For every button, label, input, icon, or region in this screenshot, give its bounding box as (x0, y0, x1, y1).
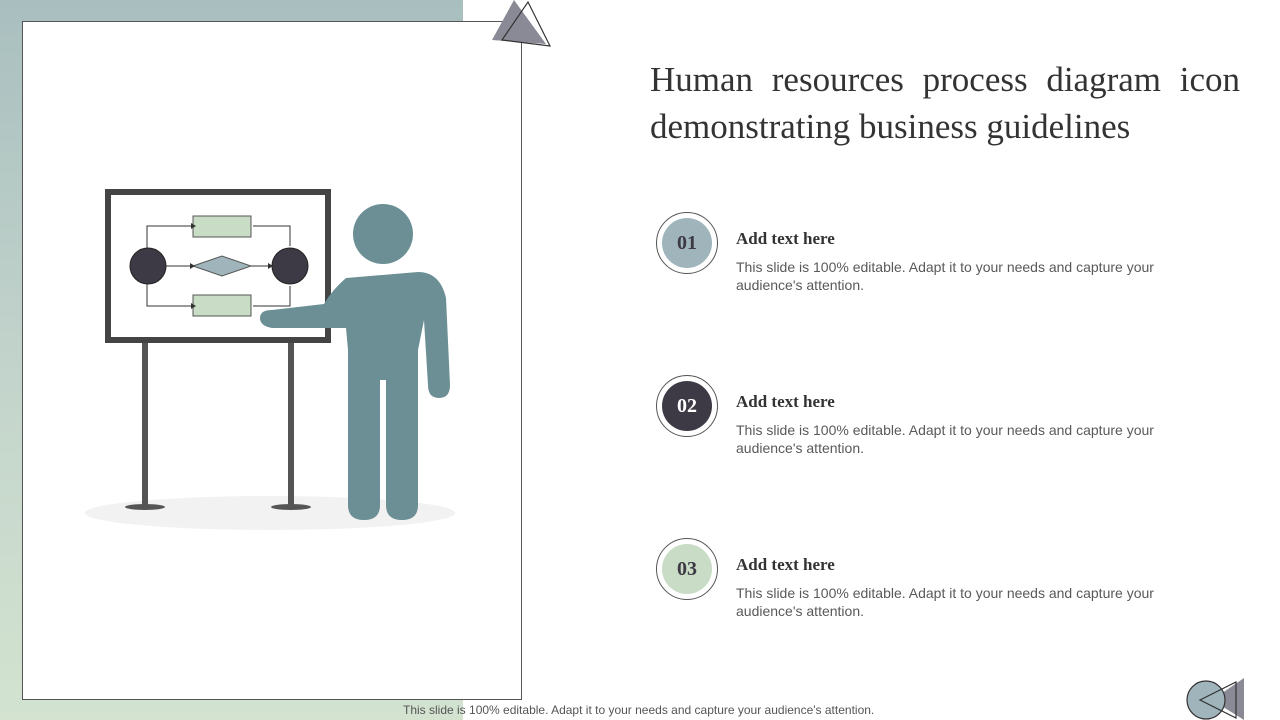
list-item-02: 02 Add text here This slide is 100% edit… (656, 375, 1216, 456)
number-ring: 02 (656, 375, 718, 437)
slide-title: Human resources process diagram icon dem… (650, 60, 1240, 146)
corner-triangle-icon (492, 0, 552, 47)
item-heading: Add text here (736, 555, 835, 574)
number-ring: 01 (656, 212, 718, 274)
list-item-01: 01 Add text here This slide is 100% edit… (656, 212, 1216, 293)
item-body: This slide is 100% editable. Adapt it to… (736, 585, 1154, 619)
number-badge: 01 (662, 218, 712, 268)
item-heading: Add text here (736, 229, 835, 248)
number-badge: 03 (662, 544, 712, 594)
footer-note: This slide is 100% editable. Adapt it to… (403, 703, 875, 717)
number-badge: 02 (662, 381, 712, 431)
item-heading: Add text here (736, 392, 835, 411)
list-item-03: 03 Add text here This slide is 100% edit… (656, 538, 1216, 619)
item-body: This slide is 100% editable. Adapt it to… (736, 259, 1154, 293)
item-body: This slide is 100% editable. Adapt it to… (736, 422, 1154, 456)
presenter-icon (85, 189, 455, 530)
navigation-icon[interactable] (1184, 674, 1250, 720)
number-ring: 03 (656, 538, 718, 600)
